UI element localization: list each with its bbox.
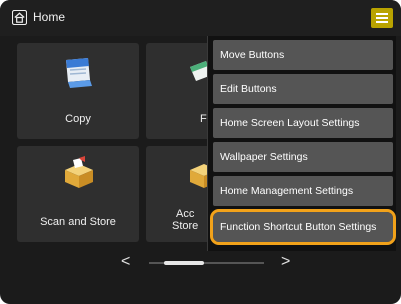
menu-item-label: Wallpaper Settings	[220, 151, 308, 163]
page-indicator: < >	[0, 250, 401, 276]
tile-access-stored-label-1: Acc	[176, 208, 195, 220]
device-screen: Home Copy Fa	[0, 0, 401, 304]
tile-scan-and-store-label: Scan and Store	[40, 216, 116, 228]
copy-icon	[66, 58, 92, 88]
header-title: Home	[33, 10, 66, 24]
menu-item-home-management-settings[interactable]: Home Management Settings	[213, 176, 393, 206]
menu-item-edit-buttons[interactable]: Edit Buttons	[213, 74, 393, 104]
menu-item-label: Edit Buttons	[220, 83, 277, 95]
previous-page-arrow[interactable]: <	[121, 253, 130, 271]
tile-copy-label: Copy	[65, 113, 91, 125]
header-bar: Home	[0, 0, 401, 36]
menu-item-home-screen-layout-settings[interactable]: Home Screen Layout Settings	[213, 108, 393, 138]
menu-item-label: Home Management Settings	[220, 185, 354, 197]
tile-scan-and-store[interactable]: Scan and Store	[17, 146, 139, 242]
scan-store-icon	[65, 156, 93, 188]
tile-access-stored-label-2: Store	[172, 220, 199, 232]
menu-item-label: Move Buttons	[220, 49, 285, 61]
hamburger-menu-icon	[376, 13, 388, 23]
tile-copy[interactable]: Copy	[17, 43, 139, 139]
menu-item-label: Home Screen Layout Settings	[220, 117, 360, 129]
menu-item-move-buttons[interactable]: Move Buttons	[213, 40, 393, 70]
home-icon[interactable]	[12, 10, 27, 25]
page-scroll-thumb[interactable]	[164, 261, 204, 265]
menu-item-wallpaper-settings[interactable]: Wallpaper Settings	[213, 142, 393, 172]
menu-item-label: Function Shortcut Button Settings	[220, 221, 377, 233]
home-menu-dropdown: Move Buttons Edit Buttons Home Screen La…	[207, 36, 396, 251]
menu-item-function-shortcut-button-settings[interactable]: Function Shortcut Button Settings	[210, 209, 396, 245]
next-page-arrow[interactable]: >	[281, 253, 290, 271]
hamburger-menu-button[interactable]	[371, 8, 393, 28]
